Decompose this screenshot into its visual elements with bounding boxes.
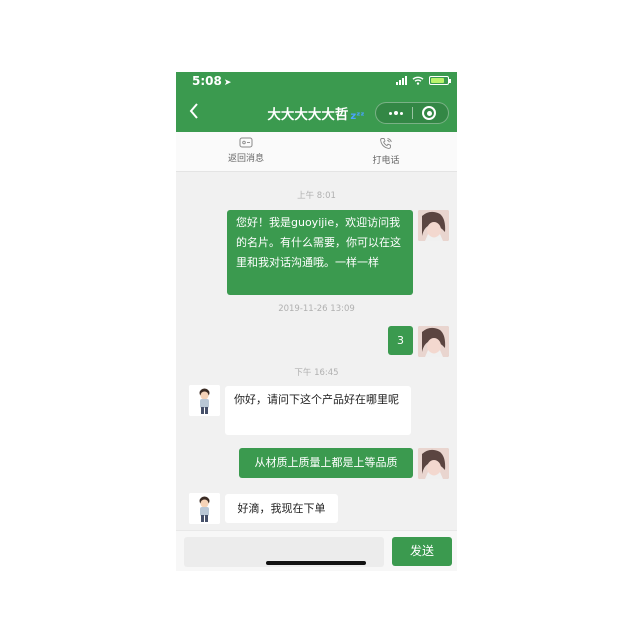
battery-icon [429, 76, 451, 85]
page-title: 大大大大大哲 zᶻᶻ [236, 103, 396, 123]
user-avatar [418, 210, 449, 241]
user-photo-icon [418, 210, 449, 241]
message-bubble-received: 你好，请问下这个产品好在哪里呢 [225, 386, 411, 435]
home-indicator[interactable] [266, 561, 366, 565]
signal-icon [396, 76, 407, 85]
chevron-left-icon [189, 103, 198, 119]
message-bubble-sent: 您好！我是guoyijie，欢迎访问我的名片。有什么需要，你可以在这里和我对话沟… [227, 210, 413, 295]
cartoon-avatar-icon [189, 493, 220, 524]
status-bar: 5:08 ➤ [176, 72, 457, 92]
time-label: 上午 8:01 [297, 191, 336, 201]
contact-avatar [189, 493, 220, 524]
back-button[interactable] [185, 100, 203, 122]
clock-text: 5:08 [192, 74, 222, 88]
user-photo-icon [418, 326, 449, 357]
chat-toolbar: 返回消息 打电话 [176, 132, 457, 172]
call-label: 打电话 [372, 156, 400, 166]
time-label: 下午 16:45 [294, 368, 339, 378]
message-card-icon [239, 137, 253, 148]
return-message-button[interactable]: 返回消息 [196, 132, 296, 172]
user-avatar [418, 326, 449, 357]
message-bubble-sent: 从材质上质量上都是上等品质 [239, 448, 413, 478]
message-bubble-sent: 3 [388, 326, 413, 355]
status-icons [396, 76, 451, 85]
contact-avatar [189, 385, 220, 416]
more-options-icon[interactable] [383, 103, 409, 123]
user-photo-icon [418, 448, 449, 479]
time-label: 2019-11-26 13:09 [278, 304, 355, 314]
sleeping-emoji-icon: zᶻᶻ [350, 111, 365, 122]
return-message-label: 返回消息 [227, 154, 264, 164]
user-avatar [418, 448, 449, 479]
capsule-divider [412, 107, 413, 119]
contact-name: 大大大大大哲 [267, 107, 349, 123]
close-mini-program-icon[interactable] [422, 106, 436, 120]
mini-program-capsule [375, 102, 449, 124]
cartoon-avatar-icon [189, 385, 220, 416]
call-button[interactable]: 打电话 [336, 132, 436, 172]
send-button[interactable]: 发送 [392, 537, 452, 566]
status-time: 5:08 ➤ [192, 74, 231, 88]
phone-screen: 5:08 ➤ 大大大大大哲 zᶻᶻ 返回消息 打电话 上午 8:01 您好！我是… [176, 72, 457, 571]
phone-icon [380, 138, 392, 149]
message-bubble-received: 好滴，我现在下单 [225, 494, 338, 523]
location-arrow-icon: ➤ [223, 78, 232, 88]
nav-bar: 大大大大大哲 zᶻᶻ [176, 92, 457, 132]
wifi-icon [412, 76, 424, 85]
